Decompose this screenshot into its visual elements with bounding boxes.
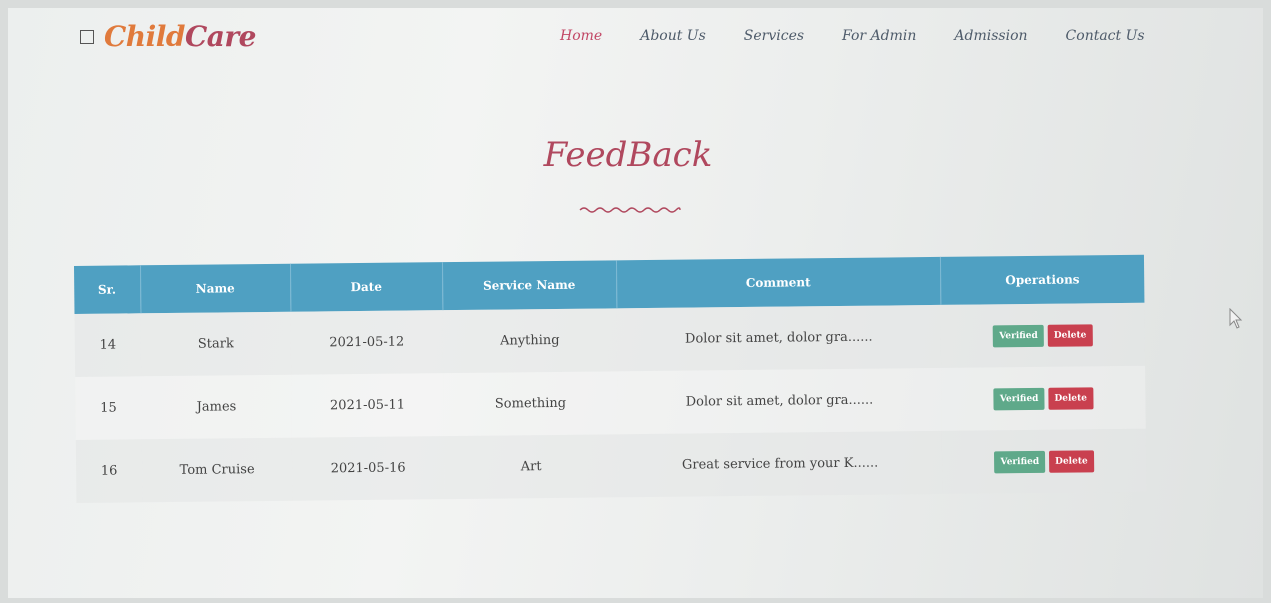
- header-operations: Operations: [939, 254, 1145, 305]
- menu-toggle-icon[interactable]: [80, 29, 94, 44]
- cell-operations: Verified Delete: [941, 428, 1147, 494]
- page-title: FeedBack: [543, 135, 713, 175]
- table-row: 15 James 2021-05-11 Something Dolor sit …: [75, 365, 1146, 440]
- main-nav: Home About Us Services For Admin Admissi…: [560, 28, 1145, 44]
- table-row: 14 Stark 2021-05-12 Anything Dolor sit a…: [74, 302, 1146, 377]
- cell-date: 2021-05-11: [291, 373, 444, 438]
- brand-logo[interactable]: ChildCare: [80, 20, 257, 53]
- cell-date: 2021-05-12: [290, 310, 444, 375]
- cell-operations: Verified Delete: [941, 365, 1146, 431]
- verified-button[interactable]: Verified: [993, 324, 1044, 347]
- nav-item-home[interactable]: Home: [560, 28, 602, 44]
- cell-comment: Dolor sit amet, dolor gra......: [616, 304, 942, 372]
- operations-group: Verified Delete: [942, 386, 1144, 410]
- cell-sr: 14: [74, 313, 142, 377]
- cell-name: Tom Cruise: [141, 437, 293, 503]
- header-service-name: Service Name: [441, 260, 617, 311]
- cell-sr: 16: [75, 439, 143, 503]
- feedback-table-wrapper: Sr. Name Date Service Name Comment Opera…: [74, 254, 1147, 503]
- cell-name: Stark: [140, 311, 292, 377]
- cell-name: James: [141, 374, 292, 440]
- cell-date: 2021-05-16: [291, 436, 445, 501]
- brand-text: ChildCare: [104, 20, 257, 53]
- header-comment: Comment: [615, 256, 941, 309]
- operations-group: Verified Delete: [943, 449, 1145, 473]
- title-divider-squiggle: [579, 207, 681, 213]
- delete-button[interactable]: Delete: [1047, 323, 1093, 347]
- cell-comment: Great service from your K......: [617, 430, 943, 498]
- mouse-pointer-icon: [1229, 308, 1243, 329]
- nav-item-about-us[interactable]: About Us: [640, 28, 706, 44]
- cell-sr: 15: [75, 376, 142, 440]
- nav-item-services[interactable]: Services: [744, 28, 804, 44]
- nav-item-for-admin[interactable]: For Admin: [842, 28, 916, 44]
- table-row: 16 Tom Cruise 2021-05-16 Art Great servi…: [75, 428, 1147, 503]
- cell-service: Anything: [442, 308, 618, 374]
- brand-text-part2: Care: [185, 20, 257, 53]
- delete-button[interactable]: Delete: [1048, 386, 1094, 410]
- nav-item-admission[interactable]: Admission: [954, 28, 1027, 44]
- nav-item-contact-us[interactable]: Contact Us: [1066, 28, 1145, 44]
- cell-service: Something: [443, 371, 618, 437]
- brand-text-part1: Child: [104, 20, 186, 53]
- header-date: Date: [289, 262, 443, 312]
- verified-button[interactable]: Verified: [993, 387, 1045, 410]
- feedback-table: Sr. Name Date Service Name Comment Opera…: [74, 254, 1147, 503]
- operations-group: Verified Delete: [942, 323, 1144, 347]
- cell-service: Art: [443, 434, 619, 500]
- cell-comment: Dolor sit amet, dolor gra......: [617, 367, 942, 435]
- verified-button[interactable]: Verified: [994, 450, 1046, 473]
- header-sr: Sr.: [74, 265, 141, 314]
- cell-operations: Verified Delete: [940, 302, 1146, 368]
- header-name: Name: [139, 263, 291, 314]
- delete-button[interactable]: Delete: [1048, 449, 1094, 473]
- browser-viewport: ChildCare Home About Us Services For Adm…: [8, 8, 1263, 598]
